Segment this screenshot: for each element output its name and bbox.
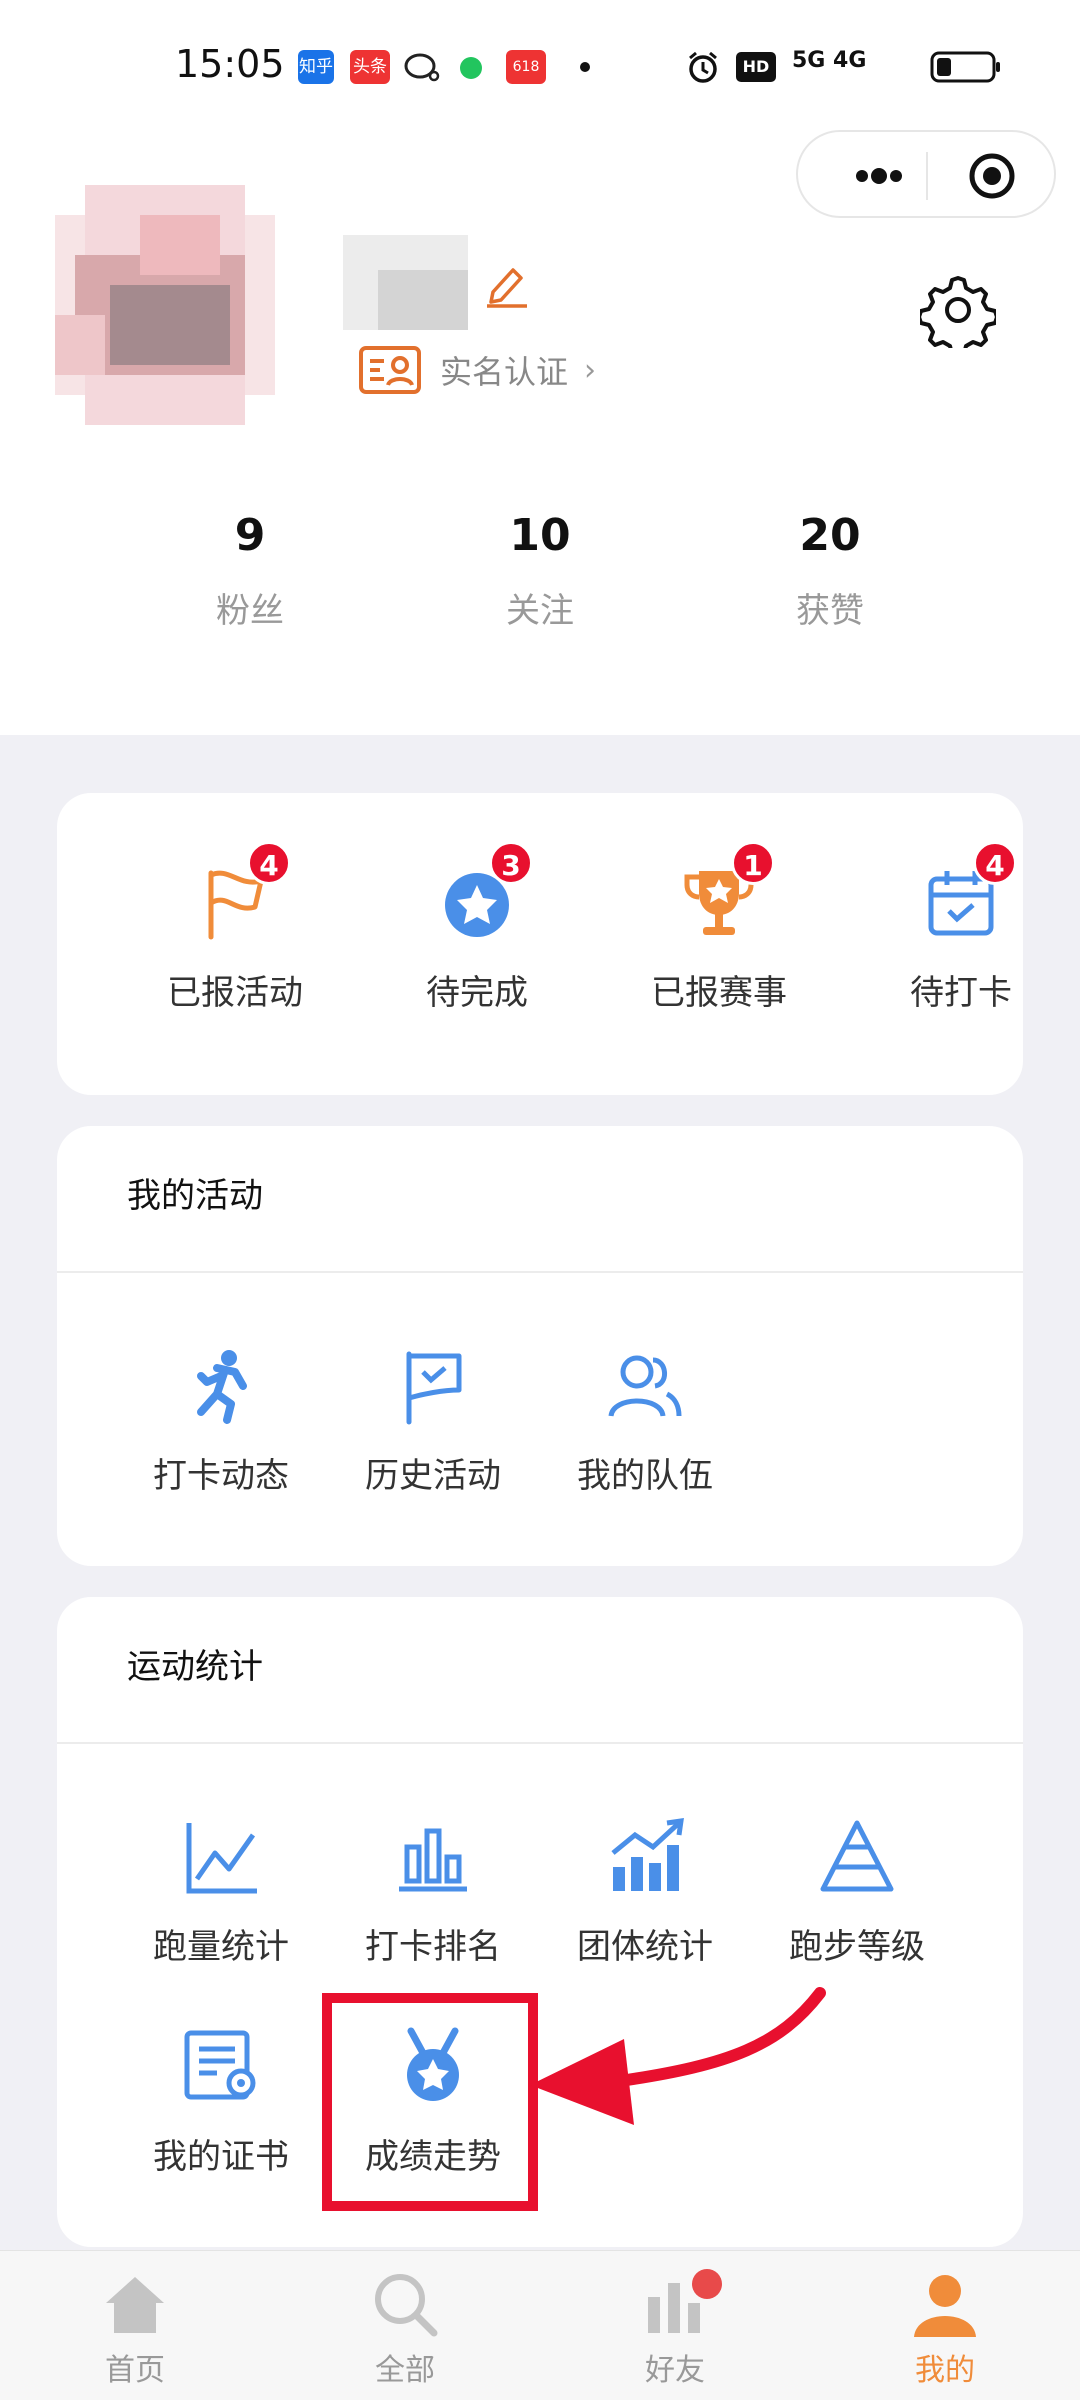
bottom-tab-bar: 首页 全部 好友 我的 [0, 2250, 1080, 2400]
stats-item-label: 跑步等级 [789, 1927, 925, 1967]
zhihu-app-icon: 知乎 [298, 50, 334, 84]
count-badge: 4 [247, 841, 291, 885]
tab-all[interactable]: 全部 [305, 2251, 505, 2400]
my-activities-card: 我的活动 打卡动态 历史活动 我的队伍 [57, 1126, 1023, 1566]
quick-item-label: 待打卡 [910, 973, 1012, 1013]
settings-gear-icon[interactable] [920, 272, 996, 348]
tab-label: 我的 [915, 2353, 975, 2388]
activity-item-checkin-feed[interactable]: 打卡动态 [121, 1346, 321, 1497]
tab-friends[interactable]: 好友 [575, 2251, 775, 2400]
trend-bar-icon [611, 1818, 684, 1891]
tab-mine[interactable]: 我的 [845, 2251, 1045, 2400]
team-icon [608, 1355, 682, 1417]
shopping-app-icon: 618 [506, 50, 546, 84]
highlight-box [322, 1993, 538, 2211]
stats-item-mileage[interactable]: 跑量统计 [121, 1817, 321, 1968]
stat-value: 10 [509, 510, 571, 561]
close-miniprogram-icon[interactable] [968, 152, 1016, 200]
search-icon [375, 2274, 438, 2337]
status-time: 15:05 [175, 42, 285, 86]
edit-icon[interactable] [483, 260, 531, 308]
stat-following[interactable]: 10 关注 [430, 510, 650, 632]
annotation-arrow [530, 1987, 826, 2125]
tab-label: 好友 [645, 2353, 705, 2388]
count-badge: 3 [489, 841, 533, 885]
stats-item-label: 团体统计 [577, 1927, 713, 1967]
activity-item-label: 历史活动 [365, 1456, 501, 1496]
stats-item-checkin-ranking[interactable]: 打卡排名 [333, 1817, 533, 1968]
chevron-right-icon: › [584, 352, 597, 388]
network-label: 5G 4G [792, 48, 867, 73]
card-divider [57, 1271, 1023, 1273]
more-icon[interactable] [834, 162, 924, 190]
id-card-icon [359, 346, 421, 394]
stat-value: 20 [799, 510, 861, 561]
capsule-divider [926, 152, 928, 200]
quick-item-pending[interactable]: 3 待完成 [377, 841, 577, 1014]
pyramid-icon [820, 1820, 894, 1892]
stats-item-running-level[interactable]: 跑步等级 [757, 1817, 957, 1968]
tab-home[interactable]: 首页 [35, 2251, 235, 2400]
miniprogram-capsule [796, 130, 1056, 218]
quick-item-pending-checkin[interactable]: 4 待打卡 [861, 841, 1061, 1014]
notification-dot [692, 2269, 722, 2299]
sports-stats-card: 运动统计 跑量统计 打卡排名 团体统计 跑步等级 我的证书 成绩走势 [57, 1597, 1023, 2247]
activity-item-label: 打卡动态 [153, 1456, 289, 1496]
activity-item-my-team[interactable]: 我的队伍 [545, 1346, 745, 1497]
stats-item-label: 跑量统计 [153, 1927, 289, 1967]
tab-label: 全部 [375, 2353, 435, 2388]
count-badge: 4 [973, 841, 1017, 885]
quick-item-label: 已报活动 [167, 973, 303, 1013]
username-blurred [343, 235, 468, 330]
realname-verify-link[interactable]: 实名认证 › [358, 342, 596, 398]
stats-item-team[interactable]: 团体统计 [545, 1817, 745, 1968]
bar-chart-icon [399, 1828, 467, 1892]
profile-stats: 9 粉丝 10 关注 20 获赞 [0, 510, 1080, 670]
stat-followers[interactable]: 9 粉丝 [140, 510, 360, 632]
stats-item-label: 打卡排名 [365, 1927, 501, 1967]
stat-label: 关注 [506, 591, 574, 631]
quick-item-label: 待完成 [426, 973, 528, 1013]
battery-icon [930, 51, 1000, 83]
hd-icon: HD [736, 52, 776, 82]
card-title: 运动统计 [127, 1647, 263, 1687]
card-divider [57, 1742, 1023, 1744]
runner-icon [197, 1350, 247, 1424]
flag-check-icon [406, 1351, 462, 1425]
avatar[interactable] [55, 185, 275, 425]
activity-item-label: 我的队伍 [577, 1456, 713, 1496]
stats-item-certificates[interactable]: 我的证书 [121, 2027, 321, 2178]
stat-label: 粉丝 [216, 591, 284, 631]
person-icon [914, 2275, 976, 2337]
tab-label: 首页 [105, 2353, 165, 2388]
stat-label: 获赞 [796, 591, 864, 631]
certificate-icon [184, 2030, 256, 2100]
quick-item-registered-activities[interactable]: 4 已报活动 [135, 841, 335, 1014]
quick-item-registered-events[interactable]: 1 已报赛事 [619, 841, 819, 1014]
status-bar: 15:05 知乎 头条 618 HD 5G 4G [0, 0, 1080, 130]
count-badge: 1 [731, 841, 775, 885]
line-chart-icon [186, 1823, 257, 1894]
music-app-icon [460, 57, 482, 79]
realname-label: 实名认证 [440, 353, 569, 391]
stats-item-label: 我的证书 [153, 2137, 289, 2177]
card-title: 我的活动 [127, 1176, 263, 1216]
notification-dot-icon [580, 62, 590, 72]
quick-item-label: 已报赛事 [651, 973, 787, 1013]
profile-section: 实名认证 › 9 粉丝 10 关注 20 获赞 [0, 130, 1080, 735]
stat-likes[interactable]: 20 获赞 [720, 510, 940, 632]
toutiao-app-icon: 头条 [350, 50, 390, 84]
activity-item-history[interactable]: 历史活动 [333, 1346, 533, 1497]
quick-status-card: 4 已报活动 3 待完成 1 已报赛事 4 待打卡 [57, 793, 1023, 1095]
chat-icon [404, 53, 440, 82]
alarm-icon [689, 51, 717, 83]
stat-value: 9 [234, 510, 266, 561]
home-icon [106, 2277, 164, 2333]
